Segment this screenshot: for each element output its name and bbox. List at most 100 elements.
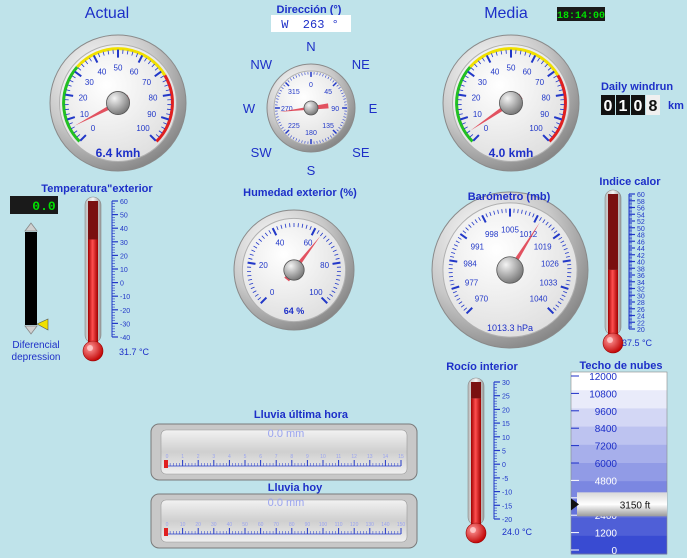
compass-degree-label: 315 <box>288 89 300 96</box>
diff-bar <box>25 232 37 325</box>
diff-down-arrow[interactable] <box>24 325 38 335</box>
gauge-tick-label: 1033 <box>540 278 558 287</box>
gauge-tick-label: 50 <box>507 64 516 73</box>
gauge-tick-label: 60 <box>304 238 313 247</box>
cloud-tick-label: 12000 <box>589 372 617 383</box>
gauge-tick-label: 998 <box>485 230 499 239</box>
rain-tick-label: 9 <box>306 454 309 460</box>
thermometer-bulb <box>602 332 624 354</box>
gauge-minor-tick <box>166 108 172 111</box>
rain-tick-label: 15 <box>398 454 404 460</box>
gauge-hub <box>499 91 523 115</box>
rain-level-indicator <box>164 528 168 536</box>
gauge-hub <box>496 256 524 284</box>
thermometer-tick-label: 5 <box>502 449 506 456</box>
gauge-major-tick <box>247 261 256 265</box>
gauge-tick-label: 90 <box>540 110 549 119</box>
cloud-band-segment <box>571 408 667 428</box>
gauge-tick-label: 80 <box>542 93 551 102</box>
gauge-tick-label: 70 <box>535 78 544 87</box>
rain-tick-label: 2 <box>197 454 200 460</box>
media-title: Media <box>484 5 528 22</box>
odometer-digit: 8 <box>649 98 658 115</box>
thermometer-bulb <box>465 522 487 544</box>
thermometer-tick-label: -10 <box>502 490 512 497</box>
odometer-digit: 0 <box>634 98 643 115</box>
thermometer-tick-label: 40 <box>120 226 128 233</box>
compass-degree-label: 270 <box>281 106 293 113</box>
rain-tick-label: 0 <box>166 454 169 460</box>
gauge-hub <box>106 91 130 115</box>
weather-dashboard: Actual Media Dirección (°) W 263 ° 18:14… <box>0 0 687 558</box>
thermometer-tick-label: -30 <box>120 321 130 328</box>
rain-tick-label: 130 <box>366 522 375 528</box>
gauge-tick-label: 80 <box>149 93 158 102</box>
gauge-tick-label: 60 <box>523 67 532 76</box>
diff-up-arrow[interactable] <box>24 222 38 232</box>
rain-level-indicator <box>164 460 168 468</box>
compass-cardinal-label: SW <box>251 145 273 160</box>
gauge-tick-label: 40 <box>275 238 284 247</box>
rain-tick-label: 100 <box>319 522 328 528</box>
rain-tick-label: 11 <box>336 454 341 460</box>
thermometer-bulb <box>82 340 104 362</box>
gauge-tick-label: 100 <box>309 288 323 297</box>
odometer-digit: 1 <box>619 98 628 115</box>
gauge-tick-label: 991 <box>471 242 485 251</box>
gauge-major-tick <box>332 261 341 265</box>
rain-tick-label: 14 <box>383 454 389 460</box>
cloud-readout: 3150 ft <box>620 500 651 511</box>
wind-direction-compass: 0 45 90 135 180 225 270 315 N NE E SE S SW W NW <box>243 39 378 178</box>
rain-tick-label: 5 <box>244 454 247 460</box>
diff-value: 0.0 <box>32 199 56 214</box>
rain-tick-label: 40 <box>227 522 233 528</box>
gauge-tick-label: 0 <box>484 124 489 133</box>
compass-cardinal-label: NE <box>352 57 370 72</box>
gauge-tick-label: 40 <box>490 67 499 76</box>
thermometer-tick-label: 0 <box>120 281 124 288</box>
compass-cardinal-label: NW <box>250 57 272 72</box>
thermometer-tick-label: -5 <box>502 476 508 483</box>
media-readout: 4.0 kmh <box>489 146 534 160</box>
thermometer-tick-label: 30 <box>502 380 510 387</box>
heat-index-thermometer: 6058565452504846444240383634323028262422… <box>602 189 645 354</box>
cloud-tick-label: 10800 <box>589 389 617 400</box>
cloud-tick-label: 9600 <box>595 407 618 418</box>
gauge-tick-label: 30 <box>85 78 94 87</box>
rain-tick-label: 60 <box>258 522 264 528</box>
thermometer-tick-label: -20 <box>120 308 130 315</box>
gauge-tick-label: 20 <box>259 261 268 270</box>
diff-label-1: Diferencial <box>12 340 59 351</box>
cloud-band-segment <box>571 390 667 409</box>
thermometer-bulb-highlight <box>607 337 613 343</box>
heat-index-title: Indice calor <box>599 176 661 188</box>
rain-tick-label: 10 <box>180 522 186 528</box>
odometer-digit: 0 <box>604 98 613 115</box>
rain-tick-label: 20 <box>195 522 201 528</box>
direction-readout: W 263 ° <box>281 18 339 32</box>
gauge-tick-label: 1019 <box>534 242 552 251</box>
compass-cardinal-label: E <box>369 101 378 116</box>
thermometer-tick-label: 25 <box>502 394 510 401</box>
compass-degree-label: 135 <box>322 123 334 130</box>
thermometer-dark-column <box>608 194 618 270</box>
compass-cardinal-label: W <box>243 101 256 116</box>
rain-tick-label: 8 <box>290 454 293 460</box>
thermometer-tick-label: 0 <box>502 462 506 469</box>
gauge-tick-label: 60 <box>130 67 139 76</box>
thermometer-tick-label: 10 <box>120 267 128 274</box>
gauge-tick-label: 30 <box>478 78 487 87</box>
windrun-odometer: 0108 <box>601 95 660 115</box>
gauge-tick-label: 984 <box>463 260 477 269</box>
thermometer-tick-label: -15 <box>502 503 512 510</box>
humidity-title: Humedad exterior (%) <box>243 187 357 199</box>
cloud-band-segment <box>571 372 667 391</box>
cloud-band-segment <box>571 444 667 464</box>
windrun-title: Daily windrun <box>601 81 673 93</box>
gauge-minor-tick <box>517 209 519 214</box>
rain-tick-label: 140 <box>381 522 390 528</box>
temp-ext-title: Temperatura"exterior <box>41 183 153 195</box>
gauge-tick-label: 1026 <box>541 260 559 269</box>
rain-hour-title: Lluvia última hora <box>254 409 349 421</box>
gauge-hub <box>283 259 305 281</box>
